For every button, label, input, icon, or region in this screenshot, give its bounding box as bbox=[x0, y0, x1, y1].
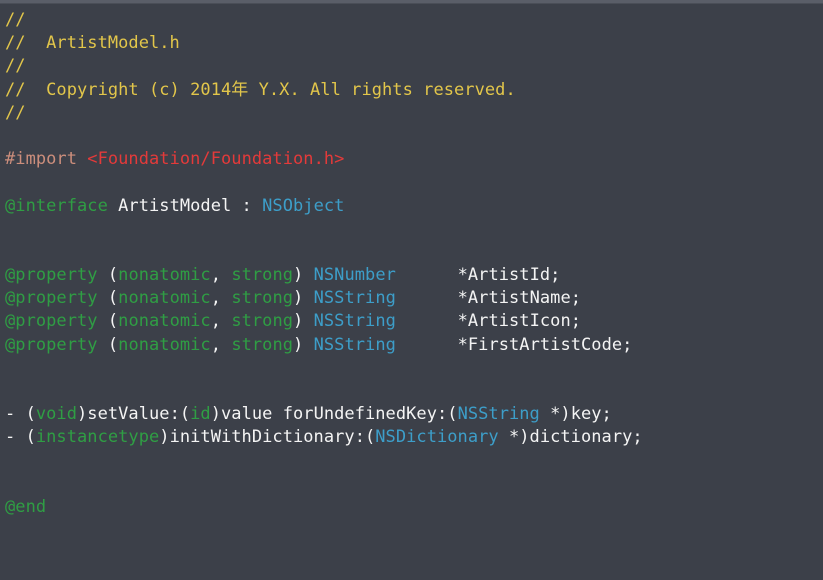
code-token-keyword: nonatomic bbox=[118, 334, 211, 355]
code-token-plain: ( bbox=[97, 288, 119, 309]
code-line-12[interactable]: @property (nonatomic, strong) NSNumber *… bbox=[5, 264, 823, 287]
code-token-keyword: @property bbox=[5, 288, 98, 309]
code-token-plain: *ArtistId; bbox=[395, 265, 561, 286]
code-line-18[interactable]: - (void)setValue:(id)value forUndefinedK… bbox=[5, 403, 823, 426]
code-token-plain: , bbox=[210, 311, 232, 332]
code-token-plain: , bbox=[210, 265, 232, 286]
code-token-keyword: strong bbox=[231, 288, 294, 309]
code-line-22[interactable]: @end bbox=[5, 496, 823, 519]
code-token-type: NSDictionary bbox=[375, 427, 499, 448]
code-token-plain: ( bbox=[97, 311, 119, 332]
code-token-comment: // bbox=[5, 10, 26, 30]
code-token-comment: // bbox=[5, 56, 26, 77]
code-token-plain: ArtistModel : bbox=[107, 195, 263, 216]
code-token-keyword: void bbox=[35, 404, 77, 425]
code-token-comment: // bbox=[5, 102, 26, 123]
code-token-plain: *ArtistName; bbox=[395, 288, 582, 309]
code-token-plain: ( bbox=[97, 265, 119, 286]
code-token-type: NSString bbox=[313, 334, 396, 355]
code-token-type: NSString bbox=[313, 311, 396, 332]
code-token-plain: ) bbox=[293, 311, 314, 332]
code-line-21[interactable] bbox=[5, 473, 823, 496]
code-token-plain: ) bbox=[293, 288, 314, 309]
code-text-area[interactable]: // // ArtistModel.h // // Copyright (c) … bbox=[0, 4, 823, 519]
code-token-keyword: id bbox=[190, 404, 211, 425]
code-token-plain: ( bbox=[97, 334, 119, 355]
code-line-3[interactable]: // bbox=[5, 55, 823, 78]
code-token-plain: *)key; bbox=[539, 404, 612, 425]
code-line-9[interactable]: @interface ArtistModel : NSObject bbox=[5, 195, 823, 218]
code-token-plain: - ( bbox=[5, 404, 36, 425]
code-token-plain: )setValue:( bbox=[77, 404, 191, 425]
code-line-17[interactable] bbox=[5, 380, 823, 403]
code-line-4[interactable]: // Copyright (c) 2014年 Y.X. All rights r… bbox=[5, 79, 823, 102]
code-token-keyword: strong bbox=[231, 265, 294, 286]
code-line-7[interactable]: #import <Foundation/Foundation.h> bbox=[5, 148, 823, 171]
code-token-plain: , bbox=[210, 288, 232, 309]
code-token-keyword: @property bbox=[5, 265, 98, 286]
code-token-plain: ) bbox=[293, 334, 314, 355]
code-token-comment: // ArtistModel.h bbox=[5, 33, 180, 54]
code-token-plain: *)dictionary; bbox=[498, 427, 643, 448]
code-line-13[interactable]: @property (nonatomic, strong) NSString *… bbox=[5, 287, 823, 310]
code-line-16[interactable] bbox=[5, 357, 823, 380]
code-token-keyword: instancetype bbox=[35, 427, 160, 448]
code-line-6[interactable] bbox=[5, 125, 823, 148]
code-token-type: NSNumber bbox=[313, 265, 396, 286]
code-line-5[interactable]: // bbox=[5, 102, 823, 125]
code-token-keyword: @property bbox=[5, 334, 98, 355]
code-token-plain: *ArtistIcon; bbox=[395, 311, 582, 332]
code-token-plain: - ( bbox=[5, 427, 36, 448]
code-token-keyword: nonatomic bbox=[118, 288, 211, 309]
code-token-keyword: @end bbox=[5, 496, 47, 517]
code-line-19[interactable]: - (instancetype)initWithDictionary:(NSDi… bbox=[5, 426, 823, 449]
code-line-20[interactable] bbox=[5, 450, 823, 473]
code-token-keyword: @property bbox=[5, 311, 98, 332]
code-token-keyword: strong bbox=[231, 311, 294, 332]
code-token-comment: // Copyright (c) 2014年 Y.X. All rights r… bbox=[5, 79, 516, 100]
code-token-type: NSString bbox=[457, 404, 540, 425]
code-line-15[interactable]: @property (nonatomic, strong) NSString *… bbox=[5, 334, 823, 357]
code-token-string: <Foundation/Foundation.h> bbox=[87, 149, 345, 170]
code-token-plain: *FirstArtistCode; bbox=[395, 334, 633, 355]
code-token-type: NSString bbox=[313, 288, 396, 309]
code-line-10[interactable] bbox=[5, 218, 823, 241]
code-token-plain: )initWithDictionary:( bbox=[159, 427, 376, 448]
code-line-8[interactable] bbox=[5, 171, 823, 194]
code-token-preproc: #import bbox=[5, 149, 77, 170]
code-token-keyword: strong bbox=[231, 334, 294, 355]
code-line-11[interactable] bbox=[5, 241, 823, 264]
code-token-plain: ) bbox=[293, 265, 314, 286]
code-token-keyword: @interface bbox=[5, 195, 108, 216]
code-token-keyword: nonatomic bbox=[118, 265, 211, 286]
code-token-plain: , bbox=[210, 334, 232, 355]
code-token-plain: )value forUndefinedKey:( bbox=[210, 404, 458, 425]
code-token-keyword: nonatomic bbox=[118, 311, 211, 332]
code-editor[interactable]: // // ArtistModel.h // // Copyright (c) … bbox=[0, 0, 823, 580]
code-token-type: NSObject bbox=[262, 195, 345, 216]
code-line-2[interactable]: // ArtistModel.h bbox=[5, 32, 823, 55]
code-line-14[interactable]: @property (nonatomic, strong) NSString *… bbox=[5, 310, 823, 333]
code-line-1[interactable]: // bbox=[5, 9, 823, 32]
